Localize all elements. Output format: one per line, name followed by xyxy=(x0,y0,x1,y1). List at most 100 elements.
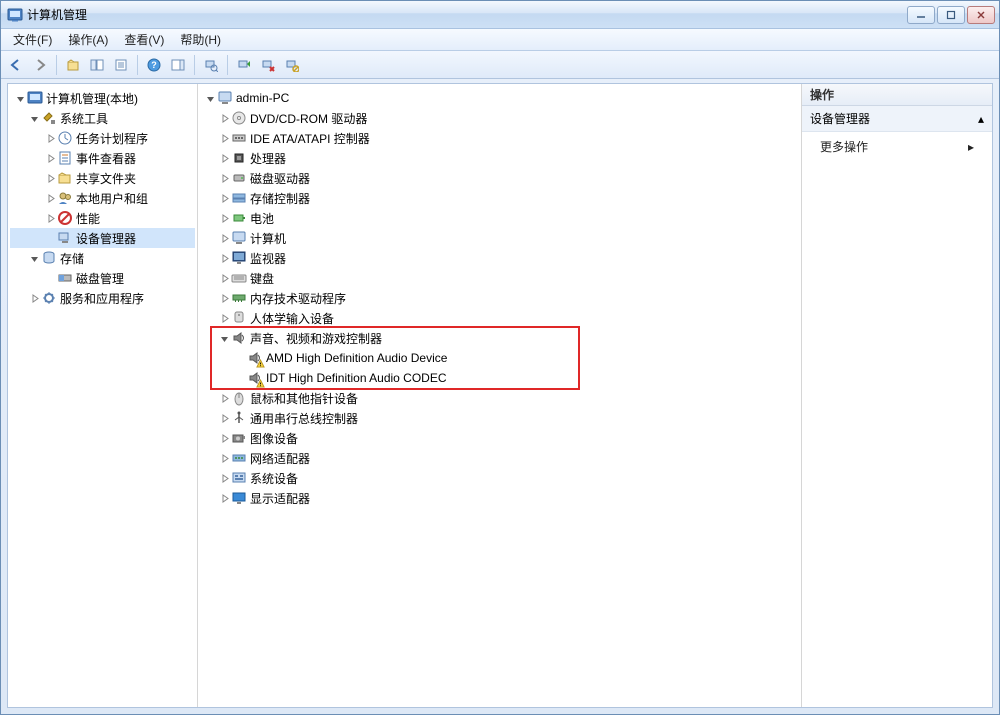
left-root[interactable]: 计算机管理(本地) xyxy=(10,88,195,108)
expander-icon[interactable] xyxy=(218,192,230,204)
expander-icon[interactable] xyxy=(218,312,230,324)
expander-icon[interactable] xyxy=(218,152,230,164)
device-tree[interactable]: admin-PCDVD/CD-ROM 驱动器 IDE ATA/ATAPI 控制器处… xyxy=(198,84,801,512)
menu-view[interactable]: 查看(V) xyxy=(116,29,172,50)
expander-icon[interactable] xyxy=(44,132,56,144)
device-category[interactable]: 网络适配器 xyxy=(200,448,799,468)
expander-spacer xyxy=(234,352,246,364)
expander-icon[interactable] xyxy=(44,152,56,164)
device-category[interactable]: 磁盘驱动器 xyxy=(200,168,799,188)
close-button[interactable] xyxy=(967,6,995,24)
device-category[interactable]: 声音、视频和游戏控制器 xyxy=(200,328,799,348)
left-child[interactable]: 任务计划程序 xyxy=(10,128,195,148)
expander-icon[interactable] xyxy=(218,132,230,144)
expander-icon[interactable] xyxy=(44,212,56,224)
device-category-label: 存储控制器 xyxy=(250,190,310,207)
left-panel: 计算机管理(本地)系统工具任务计划程序事件查看器共享文件夹本地用户和组性能设备管… xyxy=(8,84,198,707)
device-category[interactable]: 鼠标和其他指针设备 xyxy=(200,388,799,408)
device-root[interactable]: admin-PC xyxy=(200,88,799,108)
tb-update-driver-icon[interactable] xyxy=(233,54,255,76)
left-child[interactable]: 性能 xyxy=(10,208,195,228)
device-category[interactable]: 显示适配器 xyxy=(200,488,799,508)
tb-show-hide-console-tree[interactable] xyxy=(86,54,108,76)
expander-icon[interactable] xyxy=(218,432,230,444)
left-child[interactable]: 共享文件夹 xyxy=(10,168,195,188)
expander-icon[interactable] xyxy=(218,452,230,464)
menu-help[interactable]: 帮助(H) xyxy=(172,29,229,50)
left-node[interactable]: 存储 xyxy=(10,248,195,268)
expander-icon[interactable] xyxy=(218,212,230,224)
expander-icon[interactable] xyxy=(44,192,56,204)
left-child[interactable]: 事件查看器 xyxy=(10,148,195,168)
left-node[interactable]: 系统工具 xyxy=(10,108,195,128)
device-category-label: IDE ATA/ATAPI 控制器 xyxy=(250,130,370,147)
expander-icon[interactable] xyxy=(218,232,230,244)
expander-icon[interactable] xyxy=(218,392,230,404)
toolbar: ? xyxy=(1,51,999,79)
tb-scan-hardware-icon[interactable] xyxy=(200,54,222,76)
tb-forward[interactable] xyxy=(29,54,51,76)
device-category[interactable]: 监视器 xyxy=(200,248,799,268)
left-child[interactable]: 设备管理器 xyxy=(10,228,195,248)
expander-icon[interactable] xyxy=(218,112,230,124)
device-category[interactable]: 电池 xyxy=(200,208,799,228)
menu-action[interactable]: 操作(A) xyxy=(60,29,116,50)
tb-action-pane-icon[interactable] xyxy=(167,54,189,76)
audio-icon xyxy=(231,330,247,346)
expander-icon[interactable] xyxy=(218,472,230,484)
left-tree[interactable]: 计算机管理(本地)系统工具任务计划程序事件查看器共享文件夹本地用户和组性能设备管… xyxy=(8,84,197,312)
action-more-operations[interactable]: 更多操作 ▸ xyxy=(802,132,992,161)
left-child[interactable]: 本地用户和组 xyxy=(10,188,195,208)
expander-icon[interactable] xyxy=(218,292,230,304)
expander-icon[interactable] xyxy=(218,172,230,184)
device-category[interactable]: 内存技术驱动程序 xyxy=(200,288,799,308)
left-child[interactable]: 磁盘管理 xyxy=(10,268,195,288)
expander-icon[interactable] xyxy=(218,492,230,504)
actions-section-title[interactable]: 设备管理器 ▴ xyxy=(802,106,992,132)
computer-icon xyxy=(217,90,233,106)
device-category[interactable]: 通用串行总线控制器 xyxy=(200,408,799,428)
maximize-button[interactable] xyxy=(937,6,965,24)
menu-file[interactable]: 文件(F) xyxy=(5,29,60,50)
expander-icon[interactable] xyxy=(44,232,56,244)
tb-back[interactable] xyxy=(5,54,27,76)
expander-icon[interactable] xyxy=(44,272,56,284)
expander-icon[interactable] xyxy=(218,272,230,284)
expander-icon[interactable] xyxy=(218,332,230,344)
audio-icon xyxy=(247,370,263,386)
device-category[interactable]: 图像设备 xyxy=(200,428,799,448)
left-node[interactable]: 服务和应用程序 xyxy=(10,288,195,308)
left-child-label: 磁盘管理 xyxy=(76,270,124,287)
expander-icon[interactable] xyxy=(28,112,40,124)
controller-icon xyxy=(231,130,247,146)
devmgr-icon xyxy=(57,230,73,246)
tb-disable-icon[interactable] xyxy=(281,54,303,76)
tb-help-icon[interactable]: ? xyxy=(143,54,165,76)
device-category[interactable]: DVD/CD-ROM 驱动器 xyxy=(200,108,799,128)
expander-icon[interactable] xyxy=(218,252,230,264)
minimize-button[interactable] xyxy=(907,6,935,24)
expander-icon[interactable] xyxy=(28,292,40,304)
camera-icon xyxy=(231,430,247,446)
expander-icon[interactable] xyxy=(204,92,216,104)
expander-icon[interactable] xyxy=(44,172,56,184)
left-node-label: 存储 xyxy=(60,250,84,267)
device-item[interactable]: AMD High Definition Audio Device xyxy=(200,348,799,368)
battery-icon xyxy=(231,210,247,226)
device-category-label: 声音、视频和游戏控制器 xyxy=(250,330,382,347)
device-category[interactable]: 人体学输入设备 xyxy=(200,308,799,328)
device-category[interactable]: 键盘 xyxy=(200,268,799,288)
window-controls xyxy=(907,6,995,24)
tb-uninstall-icon[interactable] xyxy=(257,54,279,76)
expander-icon[interactable] xyxy=(218,412,230,424)
device-category[interactable]: 处理器 xyxy=(200,148,799,168)
tb-up-icon[interactable] xyxy=(62,54,84,76)
expander-icon[interactable] xyxy=(28,252,40,264)
device-item[interactable]: IDT High Definition Audio CODEC xyxy=(200,368,799,388)
device-category[interactable]: 计算机 xyxy=(200,228,799,248)
device-category[interactable]: 存储控制器 xyxy=(200,188,799,208)
expander-icon[interactable] xyxy=(14,92,26,104)
device-category[interactable]: 系统设备 xyxy=(200,468,799,488)
tb-properties-icon[interactable] xyxy=(110,54,132,76)
device-category[interactable]: IDE ATA/ATAPI 控制器 xyxy=(200,128,799,148)
